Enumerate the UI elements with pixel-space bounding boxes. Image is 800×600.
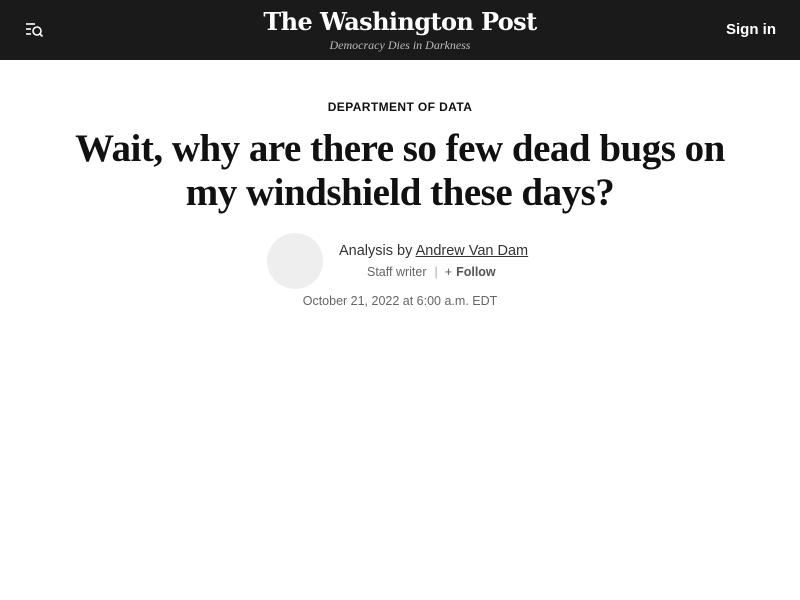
menu-search-icon-graphic: [26, 23, 44, 38]
masthead-tagline: Democracy Dies in Darkness: [329, 38, 471, 52]
masthead-logo[interactable]: The Washington Post: [250, 8, 550, 36]
author-link[interactable]: Andrew Van Dam: [416, 243, 529, 259]
follow-button[interactable]: + Follow: [445, 265, 496, 279]
section-kicker[interactable]: DEPARTMENT OF DATA: [0, 99, 800, 115]
top-navigation-bar: The Washington Post Democracy Dies in Da…: [0, 0, 800, 60]
byline-prefix: Analysis by: [339, 243, 413, 259]
follow-label: Follow: [456, 265, 496, 279]
sign-in-button[interactable]: Sign in: [726, 20, 776, 40]
menu-search-icon[interactable]: [24, 21, 44, 39]
byline: Analysis by Andrew Van Dam: [339, 241, 528, 261]
article-headline: Wait, why are there so few dead bugs on …: [75, 127, 725, 214]
publish-date: October 21, 2022 at 6:00 a.m. EDT: [302, 294, 498, 308]
author-meta: Staff writer | + Follow: [367, 264, 496, 280]
author-avatar[interactable]: [267, 233, 323, 289]
plus-icon: +: [444, 265, 453, 279]
author-role: Staff writer: [367, 265, 427, 279]
meta-separator: |: [434, 265, 438, 279]
masthead[interactable]: The Washington Post Democracy Dies in Da…: [250, 8, 550, 53]
